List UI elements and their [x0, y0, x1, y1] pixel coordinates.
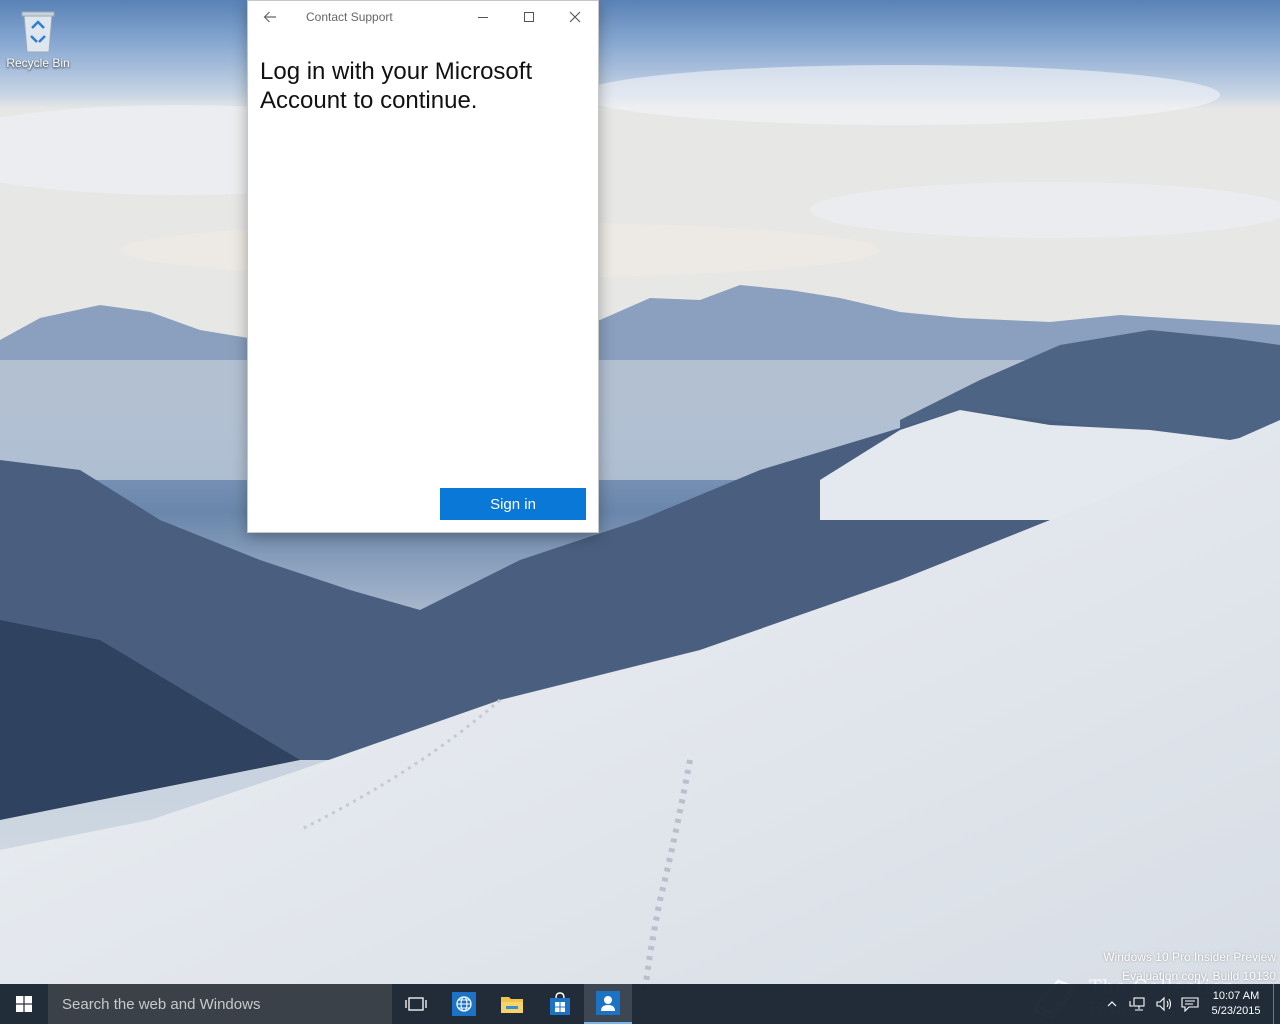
- chevron-up-icon: [1107, 1001, 1117, 1007]
- taskbar-file-explorer[interactable]: [488, 984, 536, 1024]
- notification-icon: [1181, 997, 1199, 1012]
- taskbar-store[interactable]: [536, 984, 584, 1024]
- clock-time: 10:07 AM: [1212, 990, 1260, 1002]
- taskbar-clock[interactable]: 10:07 AM 5/23/2015: [1203, 989, 1269, 1019]
- task-view-button[interactable]: [392, 984, 440, 1024]
- search-box[interactable]: [48, 984, 392, 1024]
- show-desktop-button[interactable]: [1273, 984, 1280, 1024]
- recycle-bin-icon: [21, 11, 55, 53]
- system-tray: 10:07 AM 5/23/2015: [1099, 984, 1280, 1024]
- wallpaper: [0, 0, 1280, 1024]
- back-button[interactable]: [248, 1, 292, 33]
- person-icon: [596, 991, 620, 1015]
- minimize-button[interactable]: [460, 1, 506, 33]
- taskbar-browser[interactable]: [440, 984, 488, 1024]
- back-arrow-icon: [263, 11, 276, 23]
- clock-date: 5/23/2015: [1211, 1005, 1261, 1017]
- network-icon: [1129, 997, 1145, 1011]
- store-icon: [550, 992, 570, 1015]
- close-button[interactable]: [552, 1, 598, 33]
- minimize-icon: [478, 17, 488, 18]
- search-input[interactable]: [60, 994, 384, 1014]
- volume-button[interactable]: [1151, 984, 1177, 1024]
- window-titlebar[interactable]: Contact Support: [248, 1, 598, 33]
- speaker-icon: [1156, 996, 1172, 1012]
- taskbar-contact-support[interactable]: [584, 984, 632, 1024]
- desktop: Recycle Bin Contact Support Log in with …: [0, 0, 1280, 1024]
- maximize-button[interactable]: [506, 1, 552, 33]
- sign-in-button[interactable]: Sign in: [440, 488, 586, 520]
- window-title: Contact Support: [306, 10, 393, 24]
- task-view-icon: [405, 997, 427, 1011]
- windows-logo-icon: [16, 996, 32, 1012]
- recycle-bin-desktop-icon[interactable]: Recycle Bin: [4, 6, 72, 70]
- sign-in-prompt-heading: Log in with your Microsoft Account to co…: [260, 58, 533, 114]
- contact-support-window: Contact Support Log in with your Microso…: [247, 0, 599, 533]
- start-button[interactable]: [0, 984, 48, 1024]
- close-icon: [569, 11, 581, 23]
- show-hidden-icons-button[interactable]: [1099, 984, 1125, 1024]
- network-button[interactable]: [1125, 984, 1151, 1024]
- watermark-line-edition: Windows 10 Pro Insider Preview: [1103, 950, 1276, 964]
- folder-icon: [501, 997, 523, 1013]
- action-center-button[interactable]: [1177, 984, 1203, 1024]
- maximize-icon: [524, 12, 534, 22]
- taskbar: 10:07 AM 5/23/2015: [0, 984, 1280, 1024]
- globe-icon: [452, 992, 476, 1016]
- recycle-bin-label: Recycle Bin: [6, 56, 70, 70]
